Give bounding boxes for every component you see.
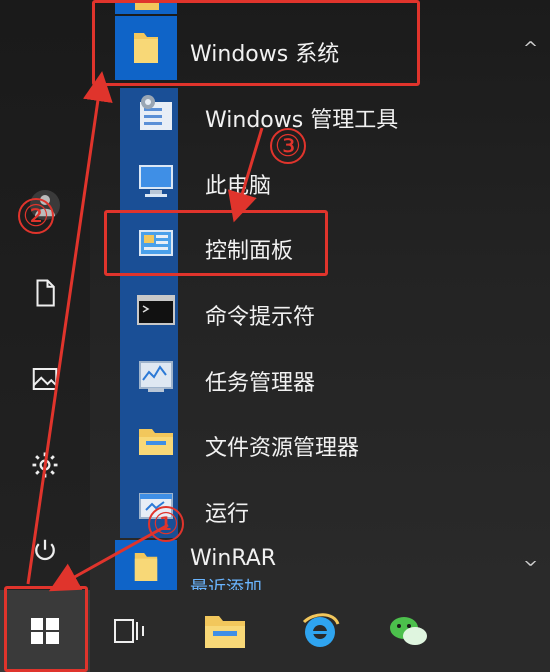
file-explorer-taskbar-icon	[205, 616, 245, 648]
admin-tools-label[interactable]: Windows 管理工具	[205, 102, 398, 134]
settings-button[interactable]	[24, 444, 66, 486]
run-label[interactable]: 运行	[205, 496, 249, 528]
collapse-chevron-icon[interactable]: ^	[523, 38, 538, 59]
annotation-step-2: ②	[18, 198, 54, 234]
cmd-label[interactable]: 命令提示符	[205, 299, 315, 331]
task-view-button[interactable]	[100, 590, 160, 672]
ie-icon	[302, 613, 340, 647]
task-view-icon	[114, 619, 144, 643]
winrar-tile[interactable]	[115, 540, 177, 594]
task-manager-label[interactable]: 任务管理器	[205, 365, 315, 397]
start-menu: Windows 系统 ^ Windows 管理工具 此电脑 控制面板 命令提示符…	[0, 0, 550, 599]
file-explorer-label[interactable]: 文件资源管理器	[205, 430, 359, 462]
annotation-box-start-button	[4, 586, 88, 672]
task-manager-icon	[130, 350, 182, 402]
expand-chevron-icon[interactable]: ^	[523, 548, 538, 569]
file-explorer-icon	[130, 415, 182, 467]
file-explorer-taskbar-button[interactable]	[190, 590, 260, 672]
cmd-icon	[130, 284, 182, 336]
picture-icon	[32, 368, 58, 390]
edge-button[interactable]	[290, 590, 350, 672]
power-icon	[35, 539, 55, 561]
annotation-box-control-panel	[104, 210, 328, 276]
this-pc-label[interactable]: 此电脑	[205, 168, 271, 200]
this-pc-icon	[130, 154, 182, 206]
admin-tools-icon	[130, 88, 182, 140]
documents-button[interactable]	[24, 272, 66, 314]
winrar-label[interactable]: WinRAR	[190, 546, 276, 571]
pictures-button[interactable]	[24, 358, 66, 400]
gear-icon	[32, 452, 58, 478]
winrar-folder-icon	[134, 553, 158, 581]
annotation-box-windows-system	[92, 0, 420, 86]
document-icon	[36, 279, 55, 307]
annotation-step-3: ③	[270, 128, 306, 164]
power-button[interactable]	[24, 530, 66, 572]
annotation-step-1: ①	[148, 506, 184, 542]
wechat-icon	[390, 617, 427, 645]
start-rail	[0, 0, 90, 590]
wechat-button[interactable]	[378, 590, 438, 672]
